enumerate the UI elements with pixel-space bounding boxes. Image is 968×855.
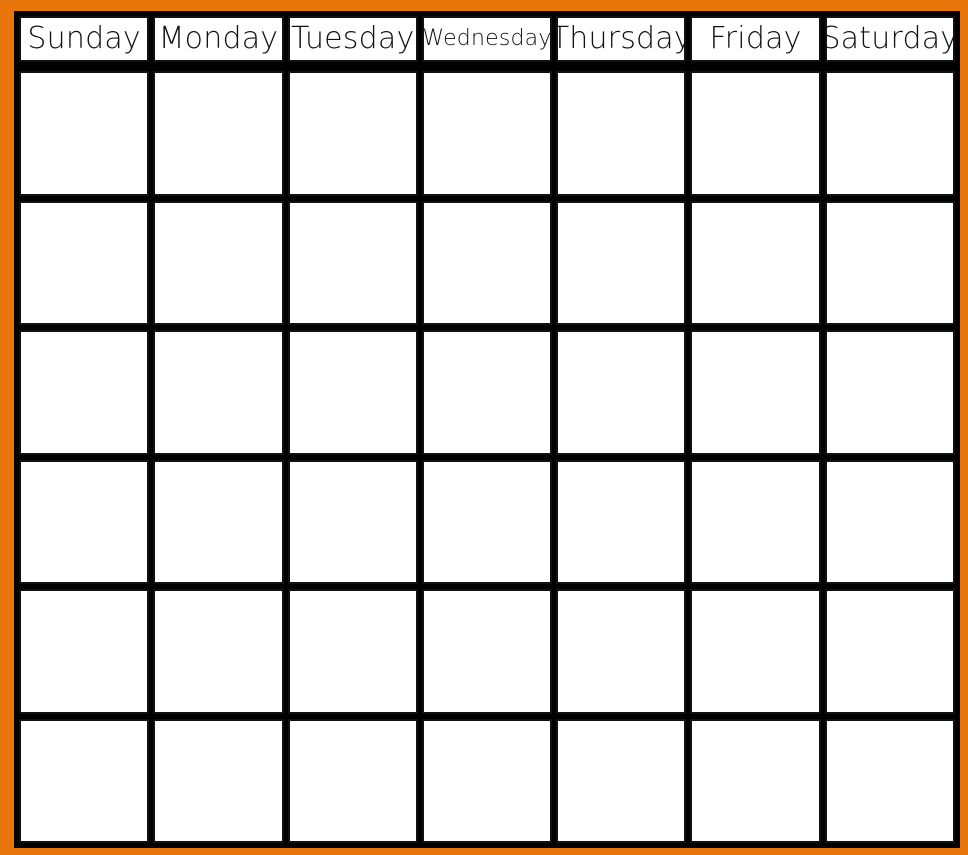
day-cell[interactable]: [421, 459, 553, 584]
week-row: [19, 718, 955, 843]
day-cell[interactable]: [824, 200, 955, 325]
day-cell[interactable]: [19, 330, 150, 455]
weekday-header-thursday: Thursday: [556, 16, 687, 62]
weekday-label: Saturday: [824, 21, 955, 56]
day-cell[interactable]: [153, 330, 284, 455]
calendar-frame: Sunday Monday Tuesday Wednesday Thursday Frid…: [14, 11, 960, 848]
day-cell[interactable]: [287, 71, 418, 196]
day-cell[interactable]: [19, 718, 150, 843]
weekday-header-friday: Friday: [690, 16, 821, 62]
day-cell[interactable]: [287, 589, 418, 714]
week-row: [19, 330, 955, 455]
weekday-label: Wednesday: [422, 26, 552, 51]
day-cell[interactable]: [421, 330, 553, 455]
weekday-label: Monday: [158, 21, 279, 56]
weekday-header-sunday: Sunday: [19, 16, 150, 62]
day-cell[interactable]: [153, 71, 284, 196]
day-cell[interactable]: [153, 459, 284, 584]
day-cell[interactable]: [153, 589, 284, 714]
day-cell[interactable]: [556, 589, 687, 714]
day-cell[interactable]: [824, 718, 955, 843]
day-cell[interactable]: [824, 459, 955, 584]
weekday-header-monday: Monday: [153, 16, 284, 62]
day-cell[interactable]: [556, 459, 687, 584]
weekday-header-wednesday: Wednesday: [421, 16, 553, 62]
day-cell[interactable]: [824, 589, 955, 714]
day-cell[interactable]: [556, 330, 687, 455]
day-cell[interactable]: [421, 71, 553, 196]
day-cell[interactable]: [287, 459, 418, 584]
week-row: [19, 200, 955, 325]
day-cell[interactable]: [153, 718, 284, 843]
day-cell[interactable]: [690, 71, 821, 196]
day-cell[interactable]: [556, 200, 687, 325]
day-grid: [19, 62, 955, 843]
day-cell[interactable]: [19, 200, 150, 325]
week-row: [19, 589, 955, 714]
day-cell[interactable]: [19, 71, 150, 196]
day-cell[interactable]: [421, 589, 553, 714]
calendar-page: Sunday Monday Tuesday Wednesday Thursday Frid…: [0, 0, 968, 855]
day-cell[interactable]: [824, 330, 955, 455]
day-cell[interactable]: [824, 71, 955, 196]
day-cell[interactable]: [556, 718, 687, 843]
day-cell[interactable]: [287, 330, 418, 455]
day-cell[interactable]: [690, 330, 821, 455]
day-cell[interactable]: [690, 589, 821, 714]
weekday-header-saturday: Saturday: [824, 16, 955, 62]
day-cell[interactable]: [153, 200, 284, 325]
week-row: [19, 459, 955, 584]
day-cell[interactable]: [19, 459, 150, 584]
day-cell[interactable]: [690, 459, 821, 584]
weekday-label: Sunday: [27, 21, 141, 56]
day-cell[interactable]: [421, 718, 553, 843]
day-cell[interactable]: [287, 200, 418, 325]
week-row: [19, 71, 955, 196]
weekday-header-row: Sunday Monday Tuesday Wednesday Thursday Frid…: [19, 16, 955, 62]
day-cell[interactable]: [19, 589, 150, 714]
weekday-header-tuesday: Tuesday: [287, 16, 418, 62]
weekday-label: Friday: [709, 21, 802, 56]
day-cell[interactable]: [287, 718, 418, 843]
day-cell[interactable]: [556, 71, 687, 196]
day-cell[interactable]: [690, 200, 821, 325]
day-cell[interactable]: [421, 200, 553, 325]
day-cell[interactable]: [690, 718, 821, 843]
weekday-label: Tuesday: [290, 21, 415, 56]
weekday-label: Thursday: [556, 21, 687, 56]
